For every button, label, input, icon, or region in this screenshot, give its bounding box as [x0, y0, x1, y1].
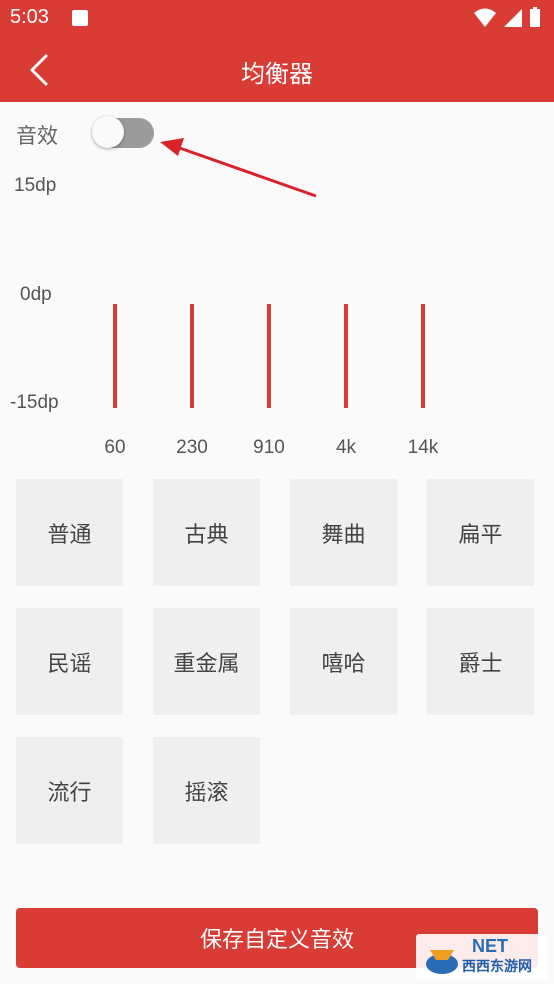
freq-label-230: 230 [176, 437, 208, 458]
battery-icon [530, 9, 540, 27]
preset-button-folk[interactable]: 民谣 [16, 608, 123, 715]
preset-button-hiphop[interactable]: 嘻哈 [290, 608, 397, 715]
wifi-icon [474, 8, 496, 27]
preset-button-rock[interactable]: 摇滚 [153, 737, 260, 844]
eq-band-slider-230[interactable] [190, 304, 194, 408]
status-time: 5:03 [10, 6, 49, 28]
toggle-knob [92, 116, 124, 148]
watermark: NET 西西东游网 [416, 934, 548, 980]
preset-button-flat[interactable]: 扁平 [427, 479, 534, 586]
preset-button-pop[interactable]: 流行 [16, 737, 123, 844]
watermark-logo-icon [426, 950, 458, 974]
effect-label: 音效 [16, 124, 58, 148]
db-max-label: 15dp [14, 175, 57, 196]
preset-button-dance[interactable]: 舞曲 [290, 479, 397, 586]
freq-label-910: 910 [253, 437, 285, 458]
signal-icon [504, 9, 522, 27]
page-title: 均衡器 [241, 60, 313, 88]
status-icons [474, 7, 540, 27]
eq-band-slider-60[interactable] [113, 304, 117, 408]
watermark-text: 西西东游网 [462, 959, 532, 975]
db-min-label: -15dp [10, 392, 59, 413]
freq-label-60: 60 [104, 437, 126, 458]
watermark-brand: NET [472, 936, 508, 956]
freq-label-4k: 4k [335, 437, 357, 458]
notification-icon [72, 10, 88, 26]
preset-button-heavy-metal[interactable]: 重金属 [153, 608, 260, 715]
eq-band-slider-4k[interactable] [344, 304, 348, 408]
db-mid-label: 0dp [20, 284, 52, 305]
annotation-arrow-icon [160, 138, 317, 198]
eq-band-slider-910[interactable] [267, 304, 271, 408]
app-bar: 均衡器 [0, 36, 554, 102]
status-bar: 5:03 [0, 0, 554, 36]
preset-button-normal[interactable]: 普通 [16, 479, 123, 586]
effect-toggle[interactable] [92, 116, 154, 148]
eq-band-slider-14k[interactable] [421, 304, 425, 408]
freq-label-14k: 14k [407, 437, 439, 458]
preset-button-classical[interactable]: 古典 [153, 479, 260, 586]
preset-button-jazz[interactable]: 爵士 [427, 608, 534, 715]
